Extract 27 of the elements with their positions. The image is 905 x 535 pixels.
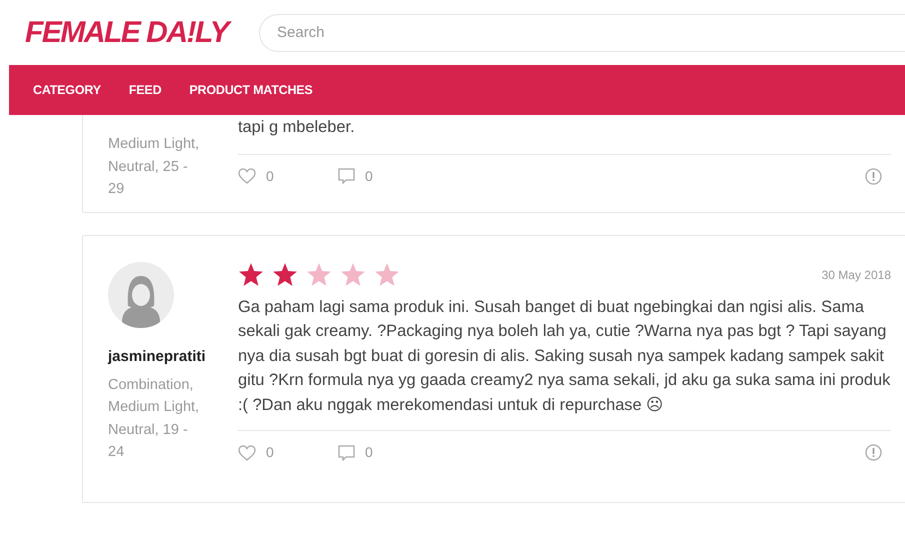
logo[interactable]: FEMALE DA!LY: [25, 16, 232, 48]
report-icon[interactable]: [865, 168, 882, 184]
avatar-icon: [108, 262, 174, 328]
comment-icon[interactable]: [338, 168, 355, 184]
heart-count: 0: [266, 166, 274, 186]
skin-info: Combination, Medium Light, Neutral, 19 - 24: [108, 376, 200, 462]
report-icon[interactable]: [865, 444, 882, 461]
comment-icon[interactable]: [338, 444, 355, 460]
skin-info: Medium Light, Neutral, 25 - 29: [108, 135, 200, 199]
star-icon: [238, 262, 264, 286]
search-field[interactable]: Search: [259, 14, 905, 52]
review-date: 30 May 2018: [822, 266, 891, 284]
heart-icon[interactable]: [238, 444, 256, 460]
nav-link[interactable]: PRODUCT MATCHES: [181, 76, 321, 104]
username[interactable]: jasminepratiti: [108, 346, 213, 368]
star-icon: [272, 262, 298, 286]
star-icon: [340, 262, 366, 286]
nav-link[interactable]: CATEGORY: [25, 76, 109, 104]
nav-link[interactable]: FEED: [120, 76, 170, 104]
heart-count: 0: [266, 443, 274, 462]
review-text: tapi g mbeleber.: [238, 117, 356, 138]
review-text: Ga paham lagi sama produk ini. Susah banget di buat ngebingkai dan ngisi alis. Sama sekali gak creamy. ?Packaging nya boleh lah ya, cutie ?Warna nya pas bgt ? Tapi sayang nya dia susah bgt buat di goresin di alis. Saking susah nya sampek kadang sampek sakit gitu ?Krn formula nya yg gaada creamy2 nya sama sekali, jd aku ga suka sama ini produk :( ?Dan aku nggak merekomendasi untuk di repurchase ☹: [238, 296, 891, 416]
heart-icon[interactable]: [238, 168, 256, 184]
star-icon: [306, 262, 332, 286]
star-icon: [374, 262, 400, 286]
comment-count: 0: [365, 166, 373, 186]
comment-count: 0: [365, 443, 373, 462]
